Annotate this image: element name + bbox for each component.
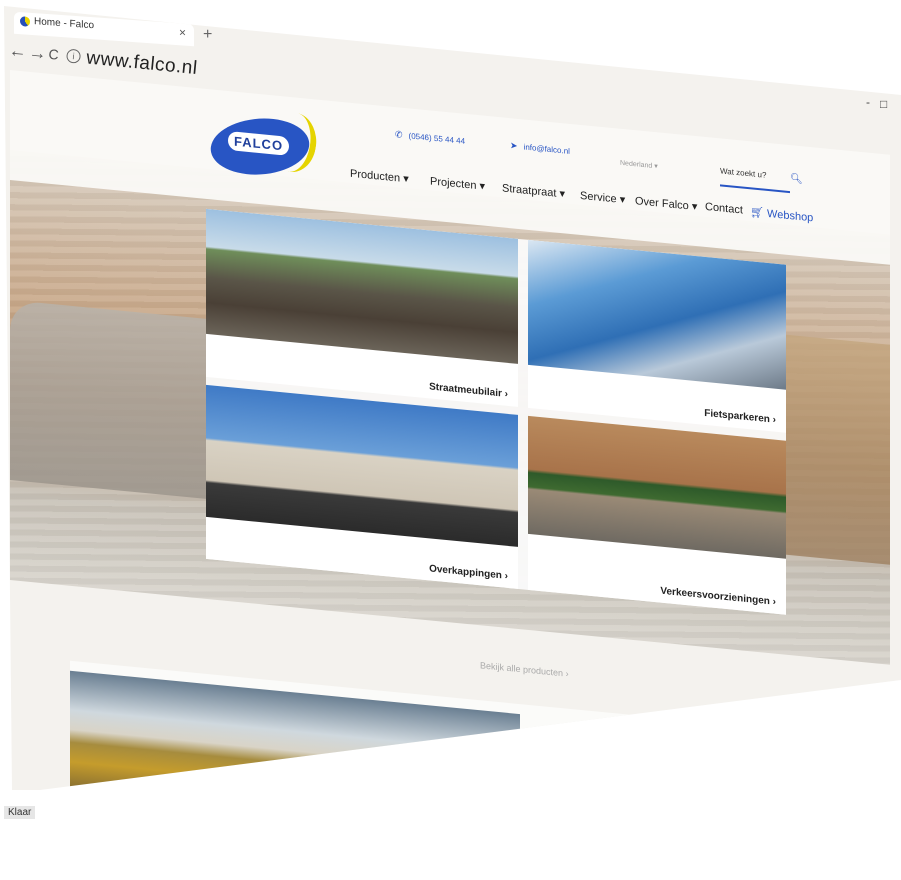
falco-favicon-icon — [20, 16, 30, 27]
language-label: Nederland — [620, 159, 653, 170]
minimize-icon[interactable]: - — [866, 95, 870, 109]
floating-widget[interactable] — [775, 720, 885, 742]
nav-item-service[interactable]: Service ▾ — [580, 189, 625, 206]
nav-item-webshop[interactable]: 🛒︎ Webshop — [750, 205, 813, 224]
new-tab-icon[interactable]: + — [203, 26, 212, 44]
chevron-right-icon: › — [504, 388, 508, 400]
project-badge: Mooi project — [545, 726, 623, 752]
phone-number: (0546) 55 44 44 — [408, 131, 466, 146]
chevron-right-icon: › — [504, 570, 508, 582]
tile-caption: Overkappingen › — [429, 563, 508, 582]
nav-label: Straatpraat — [502, 182, 557, 200]
tile-caption-text: Verkeersvoorzieningen — [660, 585, 770, 608]
product-tiles: Straatmeubilair › Fietsparkeren › Overka… — [206, 208, 786, 615]
language-selector[interactable]: Nederland ▾ — [620, 159, 658, 171]
phone-link[interactable]: ✆ (0546) 55 44 44 — [395, 129, 465, 147]
shelter-image — [206, 384, 518, 547]
cart-icon: 🛒︎ — [750, 206, 764, 220]
close-tab-icon[interactable]: × — [179, 25, 186, 39]
browser-screen: Home - Falco × + ← → C i www.falco.nl - … — [4, 6, 901, 790]
search-icon[interactable]: 🔍︎ — [790, 173, 803, 185]
nav-item-contact[interactable]: Contact — [705, 201, 743, 217]
tile-caption-text: Fietsparkeren — [704, 407, 770, 426]
bike-parking-image — [528, 239, 786, 390]
bench-image-left — [10, 300, 210, 500]
project-card: Mooi project Nieuwe — [70, 660, 860, 790]
maximize-icon[interactable]: □ — [880, 97, 887, 111]
send-icon: ➤ — [510, 140, 518, 151]
url-field[interactable]: www.falco.nl — [85, 47, 198, 80]
email-link[interactable]: ➤ info@falco.nl — [510, 140, 570, 157]
tile-fietsparkeren[interactable]: Fietsparkeren › — [528, 239, 786, 433]
chevron-right-icon: › — [772, 596, 776, 608]
tile-caption: Fietsparkeren › — [704, 408, 776, 426]
phone-icon: ✆ — [395, 129, 403, 140]
nav-label: Contact — [705, 200, 743, 217]
tile-straatmeubilair[interactable]: Straatmeubilair › — [206, 208, 518, 407]
tile-overkappingen[interactable]: Overkappingen › — [206, 384, 518, 589]
all-products-link[interactable]: Bekijk alle producten › — [480, 660, 569, 679]
nav-item-over-falco[interactable]: Over Falco ▾ — [635, 194, 697, 213]
traffic-facilities-image — [528, 415, 786, 559]
forward-icon[interactable]: → — [28, 42, 48, 65]
tile-caption-text: Overkappingen — [429, 563, 502, 582]
nav-item-projecten[interactable]: Projecten ▾ — [430, 174, 485, 192]
search-input[interactable]: Wat zoekt u? — [720, 166, 790, 194]
nav-label: Producten — [350, 167, 401, 185]
status-bar: Klaar — [4, 806, 36, 819]
tab-title: Home - Falco — [34, 16, 95, 32]
info-icon[interactable]: i — [65, 48, 82, 64]
tile-verkeersvoorzieningen[interactable]: Verkeersvoorzieningen › — [528, 415, 786, 615]
chevron-right-icon: › — [772, 414, 776, 426]
nav-label: Projecten — [430, 175, 477, 192]
nav-label: Webshop — [767, 207, 814, 225]
nav-label: Over Falco — [635, 195, 689, 213]
nav-label: Service — [580, 189, 617, 206]
email-address: info@falco.nl — [523, 142, 570, 156]
all-products-label: Bekijk alle producten — [480, 660, 564, 679]
nav-item-straatpraat[interactable]: Straatpraat ▾ — [502, 181, 565, 200]
nav-item-producten[interactable]: Producten ▾ — [350, 167, 409, 186]
tab-bar: Home - Falco × + — [8, 8, 228, 47]
back-icon[interactable]: ← — [8, 40, 28, 63]
tile-caption: Straatmeubilair › — [429, 381, 508, 400]
tile-caption-text: Straatmeubilair — [429, 381, 502, 400]
project-title[interactable]: Nieuwe — [545, 757, 629, 790]
project-image — [70, 670, 520, 790]
reload-icon[interactable]: C — [48, 46, 60, 63]
web-page: FALCO ✆ (0546) 55 44 44 ➤ info@falco.nl Ne… — [10, 70, 890, 790]
chevron-right-icon: › — [565, 668, 569, 679]
falco-logo[interactable]: FALCO — [205, 107, 321, 180]
